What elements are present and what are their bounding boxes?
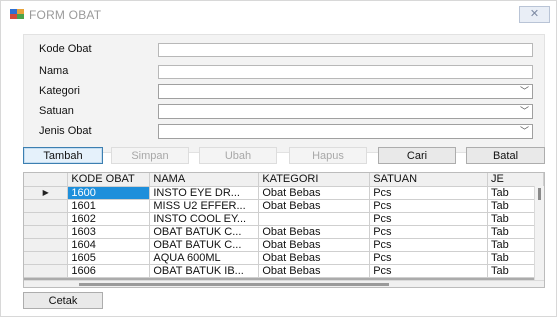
satuan-label: Satuan	[39, 105, 74, 117]
simpan-button[interactable]: Simpan	[111, 147, 189, 164]
cell-nama[interactable]: OBAT BATUK C...	[149, 238, 260, 252]
window-title: FORM OBAT	[29, 8, 102, 22]
row-header[interactable]	[24, 199, 69, 213]
horizontal-scroll-thumb[interactable]	[79, 283, 389, 286]
table-row[interactable]: 1604 OBAT BATUK C... Obat Bebas Pcs Tab	[24, 238, 544, 252]
chevron-down-icon: ﹀	[519, 86, 529, 96]
chevron-down-icon: ﹀	[519, 106, 529, 116]
hapus-button[interactable]: Hapus	[289, 147, 367, 164]
column-header-jenis[interactable]: JE	[487, 173, 544, 187]
cell-kode-obat[interactable]: 1604	[67, 238, 151, 252]
column-header-nama[interactable]: NAMA	[149, 173, 260, 187]
row-header[interactable]: ▶	[24, 186, 69, 200]
cell-satuan[interactable]: Pcs	[369, 238, 489, 252]
row-pointer-icon: ▶	[42, 187, 49, 197]
table-row[interactable]: 1606 OBAT BATUK IB... Obat Bebas Pcs Tab	[24, 264, 544, 278]
cell-nama[interactable]: INSTO EYE DR...	[149, 186, 260, 200]
cell-satuan[interactable]: Pcs	[369, 186, 489, 200]
horizontal-scrollbar[interactable]	[24, 280, 544, 287]
cell-kategori[interactable]	[258, 212, 371, 226]
cell-nama[interactable]: INSTO COOL EY...	[149, 212, 260, 226]
cell-kategori[interactable]: Obat Bebas	[258, 251, 371, 265]
cell-kode-obat[interactable]: 1600	[67, 186, 151, 200]
cell-satuan[interactable]: Pcs	[369, 251, 489, 265]
cell-kategori[interactable]: Obat Bebas	[258, 225, 371, 239]
cell-kode-obat[interactable]: 1603	[67, 225, 151, 239]
close-icon: ✕	[529, 8, 540, 20]
column-header-kode-obat[interactable]: KODE OBAT	[67, 173, 151, 187]
row-header[interactable]	[24, 251, 69, 265]
table-row[interactable]: 1602 INSTO COOL EY... Pcs Tab	[24, 212, 544, 226]
cell-kode-obat[interactable]: 1605	[67, 251, 151, 265]
table-row[interactable]: 1601 MISS U2 EFFER... Obat Bebas Pcs Tab	[24, 199, 544, 213]
obat-data-grid[interactable]: KODE OBAT NAMA KATEGORI SATUAN JE ▶ 1600…	[23, 172, 545, 288]
cell-nama[interactable]: AQUA 600ML	[149, 251, 260, 265]
vertical-scrollbar[interactable]	[534, 186, 544, 281]
cari-button[interactable]: Cari	[378, 147, 456, 164]
cell-satuan[interactable]: Pcs	[369, 264, 489, 278]
cell-kategori[interactable]: Obat Bebas	[258, 186, 371, 200]
row-header[interactable]	[24, 238, 69, 252]
nama-label: Nama	[39, 65, 69, 77]
kode-obat-label: Kode Obat	[39, 43, 92, 55]
form-obat-window: FORM OBAT ✕ Kode Obat Nama Kategori ﹀ Sa…	[0, 0, 557, 317]
kategori-label: Kategori	[39, 85, 80, 97]
title-bar[interactable]: FORM OBAT ✕	[1, 1, 556, 28]
vertical-scroll-thumb[interactable]	[538, 188, 541, 200]
cell-satuan[interactable]: Pcs	[369, 199, 489, 213]
table-row[interactable]: 1603 OBAT BATUK C... Obat Bebas Pcs Tab	[24, 225, 544, 239]
kode-obat-field[interactable]	[158, 43, 533, 57]
cell-satuan[interactable]: Pcs	[369, 225, 489, 239]
cell-kode-obat[interactable]: 1602	[67, 212, 151, 226]
cell-nama[interactable]: MISS U2 EFFER...	[149, 199, 260, 213]
jenis-obat-select[interactable]: ﹀	[158, 124, 533, 139]
cell-kategori[interactable]: Obat Bebas	[258, 238, 371, 252]
cell-kode-obat[interactable]: 1606	[67, 264, 151, 278]
cell-kode-obat[interactable]: 1601	[67, 199, 151, 213]
header-row: KODE OBAT NAMA KATEGORI SATUAN JE	[24, 173, 544, 187]
obat-table: KODE OBAT NAMA KATEGORI SATUAN JE ▶ 1600…	[24, 173, 544, 278]
column-header-kategori[interactable]: KATEGORI	[258, 173, 371, 187]
close-button[interactable]: ✕	[519, 6, 550, 23]
input-panel: Kode Obat Nama Kategori ﹀ Satuan ﹀ Jenis…	[23, 34, 545, 153]
cell-kategori[interactable]: Obat Bebas	[258, 264, 371, 278]
cell-nama[interactable]: OBAT BATUK C...	[149, 225, 260, 239]
kategori-select[interactable]: ﹀	[158, 84, 533, 99]
chevron-down-icon: ﹀	[519, 126, 529, 136]
jenis-obat-label: Jenis Obat	[39, 125, 92, 137]
batal-button[interactable]: Batal	[466, 147, 545, 164]
ubah-button[interactable]: Ubah	[199, 147, 277, 164]
tambah-button[interactable]: Tambah	[23, 147, 103, 164]
nama-field[interactable]	[158, 65, 533, 79]
cell-kategori[interactable]: Obat Bebas	[258, 199, 371, 213]
table-row[interactable]: 1605 AQUA 600ML Obat Bebas Pcs Tab	[24, 251, 544, 265]
column-header-satuan[interactable]: SATUAN	[369, 173, 489, 187]
row-header[interactable]	[24, 264, 69, 278]
form-window-icon	[10, 9, 24, 19]
row-header[interactable]	[24, 225, 69, 239]
table-row[interactable]: ▶ 1600 INSTO EYE DR... Obat Bebas Pcs Ta…	[24, 186, 544, 200]
client-area: Kode Obat Nama Kategori ﹀ Satuan ﹀ Jenis…	[1, 28, 556, 316]
cetak-button[interactable]: Cetak	[23, 292, 103, 309]
cell-nama[interactable]: OBAT BATUK IB...	[149, 264, 260, 278]
cell-satuan[interactable]: Pcs	[369, 212, 489, 226]
row-header[interactable]	[24, 212, 69, 226]
satuan-select[interactable]: ﹀	[158, 104, 533, 119]
row-header-corner	[24, 173, 69, 187]
